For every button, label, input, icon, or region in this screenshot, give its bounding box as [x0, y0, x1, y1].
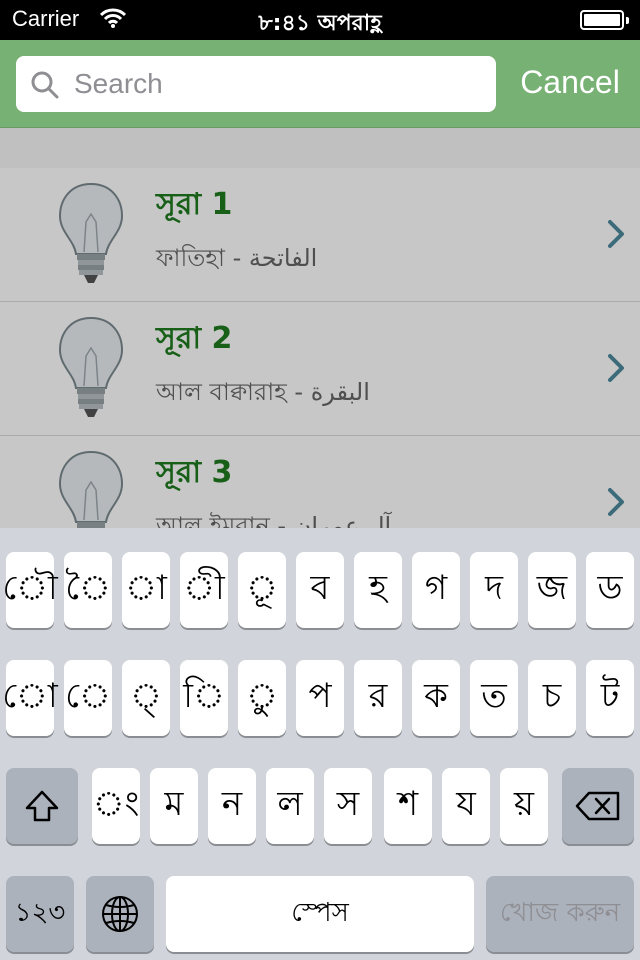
key[interactable]: ং [92, 768, 140, 844]
list-item[interactable]: সূরা 3 আল ইমরান - آل عمران [0, 436, 640, 528]
key[interactable]: প [296, 660, 344, 736]
key[interactable]: ব [296, 552, 344, 628]
list-header [0, 128, 640, 168]
status-bar: Carrier ৮:৪১ অপরাহ্ণ [0, 0, 640, 40]
space-key[interactable]: স্পেস [166, 876, 474, 952]
delete-key[interactable] [562, 768, 634, 844]
key[interactable]: ূ [238, 552, 286, 628]
key[interactable]: জ [528, 552, 576, 628]
key[interactable]: হ [354, 552, 402, 628]
key[interactable]: য [442, 768, 490, 844]
search-bar: Cancel [0, 40, 640, 128]
clock: ৮:৪১ অপরাহ্ণ [258, 11, 382, 36]
key[interactable]: শ [384, 768, 432, 844]
cancel-button[interactable]: Cancel [506, 54, 634, 110]
sura-title: সূরা 3 [156, 455, 233, 490]
key[interactable]: া [122, 552, 170, 628]
sura-title: সূরা 2 [156, 321, 233, 356]
sura-subtitle: আল ইমরান - آل عمران [156, 512, 392, 528]
search-icon [31, 71, 59, 99]
key[interactable]: র [354, 660, 402, 736]
shift-key[interactable] [6, 768, 78, 844]
globe-icon [102, 896, 138, 932]
key[interactable]: চ [528, 660, 576, 736]
key[interactable]: গ [412, 552, 460, 628]
list-item[interactable]: সূরা 1 ফাতিহা - الفاتحة [0, 168, 640, 302]
backspace-icon [575, 791, 620, 821]
key[interactable]: ক [412, 660, 460, 736]
lightbulb-icon [58, 316, 124, 417]
sura-list: সূরা 1 ফাতিহা - الفاتحة সূরা 2 আল বাক্বা… [0, 128, 640, 528]
key[interactable]: ু [238, 660, 286, 736]
search-key[interactable]: খোজ করুন [486, 876, 634, 952]
lightbulb-icon [58, 450, 124, 528]
key[interactable]: ল [266, 768, 314, 844]
bangla-keyboard: ৌ ৈ া ী ূ ব হ গ দ জ ড ো ে ্ ি ু প র ক ত … [0, 528, 640, 960]
battery-icon [580, 10, 629, 30]
key[interactable]: ী [180, 552, 228, 628]
key[interactable]: ত [470, 660, 518, 736]
key[interactable]: ৈ [64, 552, 112, 628]
key[interactable]: ো [2, 660, 58, 736]
chevron-right-icon [608, 220, 624, 248]
key[interactable]: ড [586, 552, 634, 628]
list-item[interactable]: সূরা 2 আল বাক্বারাহ - البقرة [0, 302, 640, 436]
sura-title: সূরা 1 [156, 187, 233, 222]
sura-subtitle: আল বাক্বারাহ - البقرة [156, 378, 370, 406]
chevron-right-icon [608, 354, 624, 382]
key[interactable]: ন [208, 768, 256, 844]
key[interactable]: ্ [122, 660, 170, 736]
shift-icon [25, 790, 59, 822]
lightbulb-icon [58, 182, 124, 283]
globe-key[interactable] [86, 876, 154, 952]
search-input[interactable] [74, 56, 484, 112]
key[interactable]: ি [180, 660, 228, 736]
key[interactable]: ট [586, 660, 634, 736]
key[interactable]: দ [470, 552, 518, 628]
key[interactable]: ৌ [2, 552, 58, 628]
key[interactable]: য় [500, 768, 548, 844]
search-field[interactable] [16, 56, 496, 112]
key[interactable]: স [324, 768, 372, 844]
key[interactable]: ে [64, 660, 112, 736]
sura-subtitle: ফাতিহা - الفاتحة [156, 244, 318, 272]
key[interactable]: ম [150, 768, 198, 844]
numbers-key[interactable]: ১২৩ [6, 876, 74, 952]
chevron-right-icon [608, 488, 624, 516]
